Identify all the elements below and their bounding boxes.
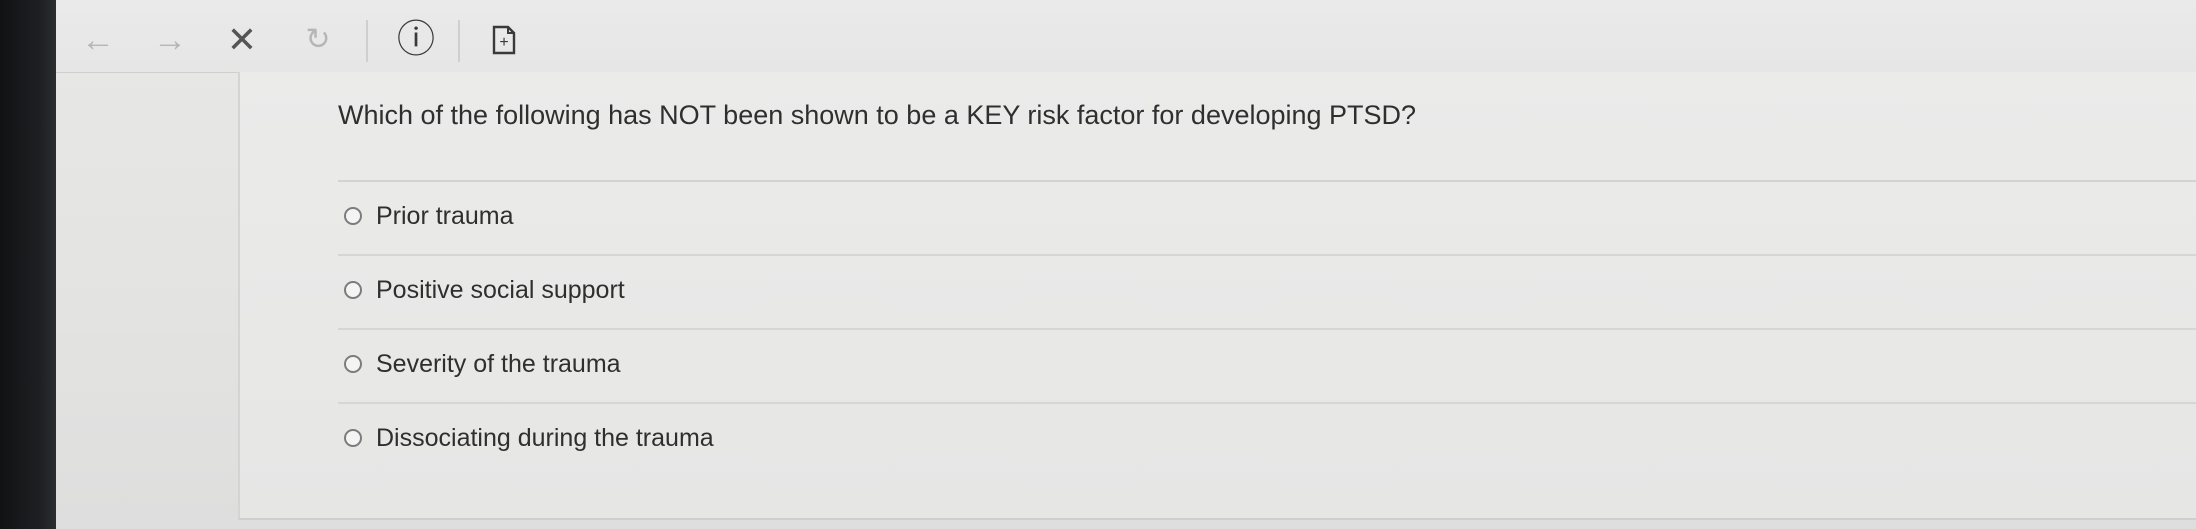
question-text: Which of the following has NOT been show… xyxy=(338,100,1417,130)
back-arrow-icon[interactable]: ← xyxy=(76,18,120,62)
answer-option[interactable]: Prior trauma xyxy=(344,196,514,236)
forward-arrow-icon[interactable]: → xyxy=(148,18,192,62)
radio-button[interactable] xyxy=(344,429,362,447)
info-icon[interactable]: ⓘ xyxy=(394,18,438,62)
answer-option[interactable]: Positive social support xyxy=(344,270,625,310)
divider xyxy=(338,328,2196,330)
stop-icon[interactable]: ✕ xyxy=(220,18,264,62)
add-page-icon[interactable]: + xyxy=(482,18,526,62)
answer-option[interactable]: Severity of the trauma xyxy=(344,344,621,384)
divider xyxy=(338,180,2196,182)
svg-text:+: + xyxy=(499,34,508,51)
divider xyxy=(338,254,2196,256)
divider xyxy=(338,402,2196,404)
toolbar-separator xyxy=(366,20,368,62)
browser-screen: ← → ✕ ↻ ⓘ + Which of the following has N… xyxy=(56,0,2196,529)
question-panel: Which of the following has NOT been show… xyxy=(238,72,2196,520)
refresh-icon[interactable]: ↻ xyxy=(296,18,340,62)
screen-bezel xyxy=(0,0,56,529)
option-label: Prior trauma xyxy=(376,201,514,230)
option-label: Severity of the trauma xyxy=(376,349,621,378)
option-label: Positive social support xyxy=(376,275,625,304)
radio-button[interactable] xyxy=(344,207,362,225)
browser-toolbar: ← → ✕ ↻ ⓘ + xyxy=(56,0,2196,73)
radio-button[interactable] xyxy=(344,281,362,299)
radio-button[interactable] xyxy=(344,355,362,373)
option-label: Dissociating during the trauma xyxy=(376,423,714,452)
toolbar-separator xyxy=(458,20,460,62)
answer-option[interactable]: Dissociating during the trauma xyxy=(344,418,714,458)
